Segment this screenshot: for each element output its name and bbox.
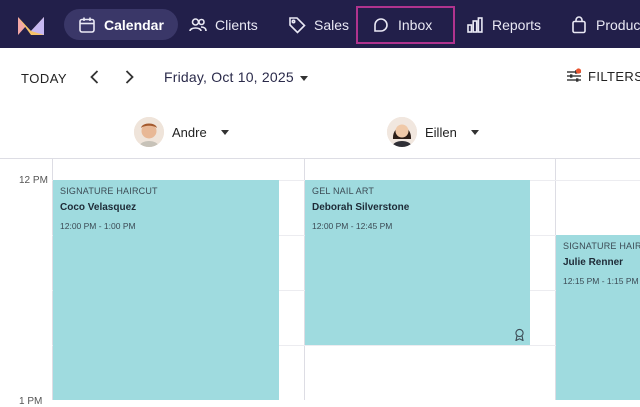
filters-label: FILTERS bbox=[588, 68, 640, 84]
appointment-card[interactable]: SIGNATURE HAIRCUT Julie Renner 12:15 PM … bbox=[556, 235, 640, 400]
appointment-service: GEL NAIL ART bbox=[312, 186, 375, 196]
date-label: Friday, Oct 10, 2025 bbox=[164, 69, 294, 85]
chat-icon bbox=[374, 18, 388, 32]
appointment-time: 12:15 PM - 1:15 PM bbox=[563, 276, 639, 286]
grid-divider bbox=[0, 158, 640, 159]
tag-icon bbox=[289, 16, 306, 34]
nav-sales-label: Sales bbox=[314, 16, 350, 33]
avatar bbox=[387, 117, 417, 147]
filters-button[interactable]: FILTERS bbox=[566, 68, 640, 84]
chevron-left-icon bbox=[90, 70, 99, 84]
bar-chart-icon bbox=[467, 16, 483, 33]
nav-products-label: Products bbox=[596, 16, 640, 33]
brand-logo-icon[interactable] bbox=[17, 14, 45, 36]
nav-sales[interactable]: Sales bbox=[274, 9, 363, 40]
award-ribbon-icon bbox=[515, 328, 524, 341]
caret-down-icon bbox=[220, 129, 229, 135]
appointment-time: 12:00 PM - 1:00 PM bbox=[60, 221, 136, 231]
nav-clients[interactable]: Clients bbox=[175, 9, 272, 40]
appointment-card[interactable]: GEL NAIL ART Deborah Silverstone 12:00 P… bbox=[305, 180, 530, 345]
appointment-customer: Julie Renner bbox=[563, 257, 624, 268]
previous-day-button[interactable] bbox=[86, 68, 104, 86]
calendar-icon bbox=[79, 17, 95, 33]
nav-reports[interactable]: Reports bbox=[452, 9, 555, 40]
staff-selector-eillen[interactable]: Eillen bbox=[387, 116, 479, 148]
sliders-icon bbox=[567, 68, 582, 82]
next-day-button[interactable] bbox=[120, 68, 138, 86]
caret-down-icon bbox=[299, 75, 308, 81]
avatar bbox=[134, 117, 164, 147]
nav-calendar[interactable]: Calendar bbox=[64, 9, 178, 40]
date-picker[interactable]: Friday, Oct 10, 2025 bbox=[164, 69, 308, 85]
appointment-service: SIGNATURE HAIRCUT bbox=[563, 241, 640, 251]
staff-name: Eillen bbox=[425, 124, 457, 140]
time-label: 12 PM bbox=[19, 175, 48, 186]
appointment-service: SIGNATURE HAIRCUT bbox=[60, 186, 158, 196]
nav-reports-label: Reports bbox=[492, 16, 542, 33]
appointment-customer: Deborah Silverstone bbox=[312, 202, 410, 213]
nav-inbox[interactable]: Inbox bbox=[356, 6, 455, 44]
nav-inbox-label: Inbox bbox=[398, 17, 433, 33]
users-icon bbox=[189, 17, 207, 31]
top-nav: Calendar Clients Sales Inbox Reports Pro… bbox=[0, 0, 640, 48]
caret-down-icon bbox=[470, 129, 479, 135]
today-button[interactable]: TODAY bbox=[21, 71, 67, 86]
chevron-right-icon bbox=[125, 70, 134, 84]
appointment-card[interactable]: SIGNATURE HAIRCUT Coco Velasquez 12:00 P… bbox=[53, 180, 279, 400]
calendar-toolbar: TODAY Friday, Oct 10, 2025 FILTERS bbox=[0, 48, 640, 108]
eillen-avatar-icon bbox=[387, 117, 417, 147]
bag-icon bbox=[572, 15, 586, 33]
appointment-customer: Coco Velasquez bbox=[60, 202, 137, 213]
nav-calendar-label: Calendar bbox=[104, 16, 164, 33]
nav-products[interactable]: Products bbox=[556, 9, 640, 40]
andre-avatar-icon bbox=[134, 117, 164, 147]
time-label: 1 PM bbox=[19, 396, 43, 407]
staff-selector-andre[interactable]: Andre bbox=[134, 116, 229, 148]
appointment-time: 12:00 PM - 12:45 PM bbox=[312, 221, 393, 231]
staff-name: Andre bbox=[172, 124, 207, 140]
nav-clients-label: Clients bbox=[215, 16, 258, 33]
